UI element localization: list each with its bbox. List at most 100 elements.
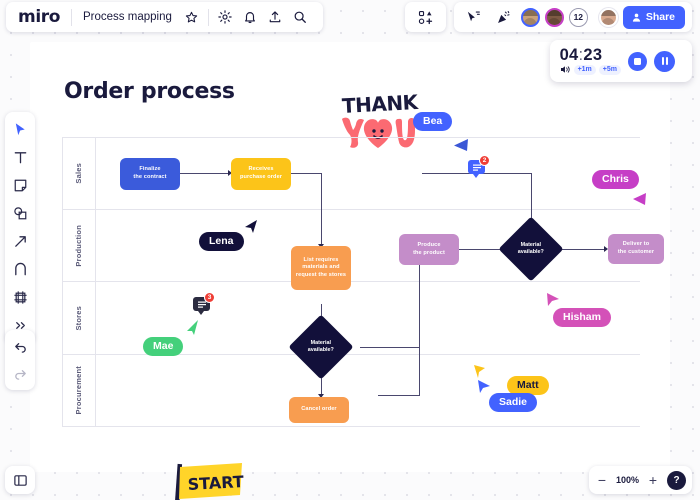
frame-tool[interactable] [8, 285, 33, 310]
miro-logo[interactable]: miro [18, 8, 71, 26]
cursor-label: Bea [413, 112, 453, 132]
timer-display: 04:23 [559, 46, 603, 65]
connector-produce-material2 [459, 249, 501, 251]
collaborators-panel: 12 Share [453, 2, 692, 32]
node-produce-the-product[interactable]: Produce the product [399, 234, 459, 265]
swimlane-label: Sales [74, 163, 83, 184]
timer-controls-row: +1m +5m [560, 64, 621, 75]
node-label: Material available? [517, 241, 545, 255]
stop-icon [634, 57, 641, 65]
swimlane-procurement: Procurement [62, 354, 640, 427]
share-button[interactable]: Share [622, 5, 685, 29]
present-icon[interactable] [461, 5, 486, 30]
node-list-requires-materials[interactable]: List requires materials and request the … [291, 246, 351, 290]
help-button[interactable]: ? [667, 470, 686, 490]
zoom-in-button[interactable]: + [646, 473, 660, 487]
timer-pause-button[interactable] [654, 50, 675, 72]
connector-material1-right [360, 347, 420, 349]
node-label: Finalize the contract [133, 166, 167, 180]
board-title[interactable]: Process mapping [72, 11, 179, 23]
timer-body: 04:23 +1m +5m [560, 47, 621, 75]
cursor-arrow-icon [454, 139, 468, 151]
cursor-arrow-icon [245, 220, 257, 233]
node-label: Cancel order [301, 406, 337, 413]
cursor-label: Sadie [489, 393, 538, 413]
redo-button[interactable] [8, 361, 33, 386]
page-title: Order process [64, 79, 235, 104]
shapes-tool[interactable] [8, 201, 33, 226]
connector-cancel-right [378, 395, 420, 397]
person-icon [632, 13, 640, 22]
pen-tool[interactable] [8, 257, 33, 282]
select-tool[interactable] [8, 117, 33, 142]
timer-add-5m-button[interactable]: +5m [598, 64, 621, 75]
arrow-tool[interactable] [8, 229, 33, 254]
avatar[interactable] [544, 7, 564, 27]
volume-icon[interactable] [560, 65, 571, 74]
board-info-panel: miro Process mapping [6, 2, 323, 32]
undo-redo-toolbar [5, 330, 35, 390]
node-finalize-the-contract[interactable]: Finalize the contract [120, 158, 180, 190]
apps-grid-icon[interactable] [413, 5, 438, 30]
thank-you-line1: THANK [341, 90, 419, 118]
timer-stop-button[interactable] [628, 51, 647, 71]
cursor-label: Lena [199, 232, 244, 252]
zoom-level: 100% [615, 475, 639, 485]
start-flag-sticker[interactable]: START [170, 462, 244, 500]
connector-cancel-up [419, 290, 421, 396]
swimlane-header-sales: Sales [62, 138, 96, 209]
left-toolbar [5, 112, 35, 343]
start-flag-art: START [174, 463, 244, 500]
svg-text:START: START [187, 472, 244, 494]
timer-seconds: 23 [583, 46, 603, 65]
node-label: Receives purchase order [239, 166, 283, 180]
node-label: Produce the product [413, 241, 445, 256]
cursor-label: Chris [592, 170, 639, 190]
node-cancel-order[interactable]: Cancel order [289, 397, 349, 423]
board-frame: Order process THANK Sales Production Sto… [30, 42, 670, 500]
bell-icon[interactable] [238, 5, 263, 30]
timer-minutes: 04 [559, 46, 579, 65]
node-receives-purchase-order[interactable]: Receives purchase order [231, 158, 291, 190]
connector-receives-down [321, 173, 323, 247]
miro-board-app: Order process THANK Sales Production Sto… [0, 0, 700, 500]
cursor-label: Hisham [553, 308, 611, 328]
comment-count-badge: 3 [204, 292, 215, 303]
timer-widget[interactable]: 04:23 +1m +5m close-icon [549, 40, 692, 82]
comment-pin-mae[interactable]: 3 [193, 292, 215, 315]
timer-add-1m-button[interactable]: +1m [573, 64, 596, 75]
zoom-controls: − 100% + ? [588, 466, 692, 494]
cursor-arrow-icon [478, 380, 490, 393]
panels-toggle-button[interactable] [5, 466, 35, 494]
node-label: List requires materials and request the … [295, 256, 347, 278]
comment-pin-bea[interactable]: 2 [468, 155, 490, 178]
gear-icon[interactable] [213, 5, 238, 30]
celebrate-icon[interactable] [491, 5, 516, 30]
avatar[interactable] [598, 7, 618, 27]
text-tool[interactable] [8, 145, 33, 170]
swimlane-header-procurement: Procurement [62, 355, 96, 426]
cursor-arrow-icon [474, 365, 485, 378]
star-icon[interactable] [179, 5, 204, 30]
pause-icon [661, 57, 668, 65]
swimlane-label: Procurement [74, 366, 83, 415]
swimlane-label: Stores [74, 305, 83, 331]
connector-material2-deliver [561, 249, 606, 251]
upload-icon[interactable] [263, 5, 288, 30]
sticky-note-tool[interactable] [8, 173, 33, 198]
zoom-out-button[interactable]: − [595, 473, 609, 487]
node-deliver-to-the-customer[interactable]: Deliver to the customer [608, 234, 664, 264]
undo-button[interactable] [8, 334, 33, 359]
node-label: Deliver to the customer [617, 241, 655, 255]
node-label: Material available? [307, 339, 335, 353]
cursor-arrow-icon [547, 293, 559, 306]
avatar[interactable] [520, 7, 540, 27]
panels-icon [13, 474, 27, 486]
search-icon[interactable] [288, 5, 313, 30]
cursor-label: Mae [143, 337, 184, 357]
comment-count-badge: 2 [479, 155, 490, 166]
cursor-arrow-icon [633, 193, 646, 205]
connector-receives-right [291, 173, 322, 175]
divider [207, 8, 209, 26]
collaborator-count[interactable]: 12 [568, 7, 588, 27]
